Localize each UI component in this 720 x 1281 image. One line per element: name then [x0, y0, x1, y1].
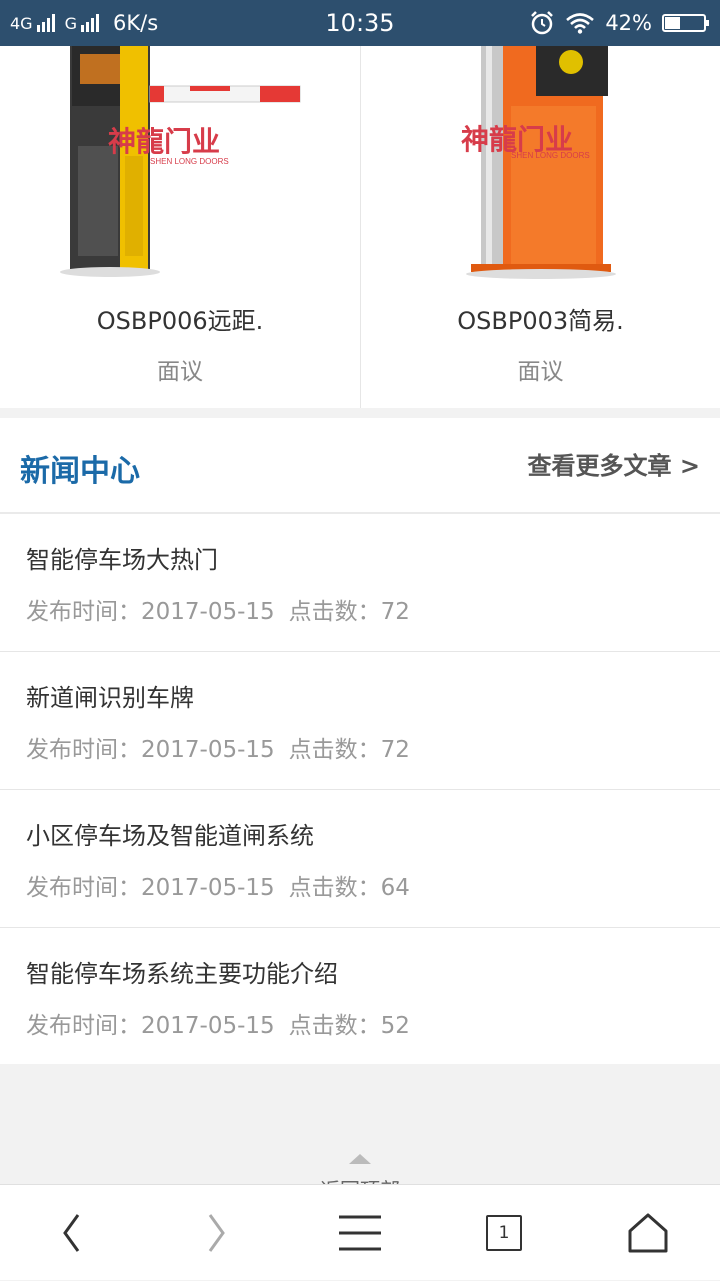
battery-icon — [662, 14, 709, 32]
menu-button[interactable] — [288, 1185, 432, 1281]
alarm-icon — [531, 11, 554, 35]
news-item-title[interactable]: 新道闸识别车牌 — [26, 678, 194, 713]
news-item-title[interactable]: 智能停车场系统主要功能介绍 — [26, 954, 338, 989]
home-icon — [628, 1213, 668, 1253]
news-header: 新闻中心 查看更多文章 > — [0, 418, 720, 514]
news-item-clicks: 点击数：72 — [288, 599, 410, 625]
news-item-date: 发布时间：2017-05-15 — [26, 1013, 275, 1039]
news-item-meta: 发布时间：2017-05-15 点击数：72 — [26, 730, 410, 764]
tabs-icon: 1 — [486, 1215, 522, 1251]
news-item-clicks: 点击数：72 — [288, 737, 410, 763]
browser-bottom-bar: 1 — [0, 1184, 720, 1280]
news-item-clicks: 点击数：52 — [288, 1013, 410, 1039]
brand-logo-subtext: SHEN LONG DOORS — [150, 157, 229, 166]
news-item-title[interactable]: 小区停车场及智能道闸系统 — [26, 816, 314, 851]
battery-percent: 42% — [605, 11, 652, 35]
product-price: 面议 — [517, 359, 564, 385]
status-bar: 4G G 6K/s 10:35 42% — [0, 0, 720, 46]
back-button[interactable] — [0, 1185, 144, 1281]
news-item-meta: 发布时间：2017-05-15 点击数：72 — [26, 592, 410, 626]
wifi-icon — [566, 13, 595, 34]
product-grid: 神龍门业 SHEN LONG DOORS OSBP006远距. 面议 神龍门业 … — [0, 46, 720, 408]
news-center: 新闻中心 查看更多文章 > 智能停车场大热门 发布时间：2017-05-15 点击… — [0, 418, 720, 1064]
news-section-title: 新闻中心 — [20, 454, 140, 489]
brand-logo-text: 神龍门业 — [108, 125, 220, 158]
product-image-yellow-barrier-gate[interactable]: 神龍门业 SHEN LONG DOORS — [0, 46, 360, 286]
home-button[interactable] — [576, 1185, 720, 1281]
news-item-clicks: 点击数：64 — [288, 875, 410, 901]
product-image-orange-barrier-gate[interactable]: 神龍门业 SHEN LONG DOORS — [361, 46, 720, 286]
product-card[interactable]: 神龍门业 SHEN LONG DOORS OSBP006远距. 面议 — [0, 46, 360, 408]
menu-icon — [339, 1215, 381, 1251]
view-more-articles-link[interactable]: 查看更多文章 > — [528, 446, 700, 481]
news-item-date: 发布时间：2017-05-15 — [26, 875, 275, 901]
news-list-item[interactable]: 新道闸识别车牌 发布时间：2017-05-15 点击数：72 — [0, 652, 720, 790]
product-name[interactable]: OSBP003简易. — [361, 301, 720, 336]
status-right: 42% — [529, 0, 709, 46]
forward-button[interactable] — [144, 1185, 288, 1281]
news-list-item[interactable]: 智能停车场大热门 发布时间：2017-05-15 点击数：72 — [0, 514, 720, 652]
news-item-title[interactable]: 智能停车场大热门 — [26, 540, 218, 575]
product-card[interactable]: 神龍门业 SHEN LONG DOORS OSBP003简易. 面议 — [360, 46, 720, 408]
news-item-date: 发布时间：2017-05-15 — [26, 737, 275, 763]
product-price: 面议 — [157, 359, 203, 385]
arrow-up-icon — [349, 1154, 371, 1164]
news-list-item[interactable]: 智能停车场系统主要功能介绍 发布时间：2017-05-15 点击数：52 — [0, 928, 720, 1065]
brand-logo-subtext: SHEN LONG DOORS — [511, 151, 590, 160]
tabs-button[interactable]: 1 — [432, 1185, 576, 1281]
news-item-meta: 发布时间：2017-05-15 点击数：52 — [26, 1006, 410, 1040]
forward-icon — [208, 1214, 225, 1252]
product-name[interactable]: OSBP006远距. — [0, 301, 360, 336]
news-list-item[interactable]: 小区停车场及智能道闸系统 发布时间：2017-05-15 点击数：64 — [0, 790, 720, 928]
news-item-date: 发布时间：2017-05-15 — [26, 599, 275, 625]
news-item-meta: 发布时间：2017-05-15 点击数：64 — [26, 868, 410, 902]
back-icon — [63, 1214, 80, 1252]
